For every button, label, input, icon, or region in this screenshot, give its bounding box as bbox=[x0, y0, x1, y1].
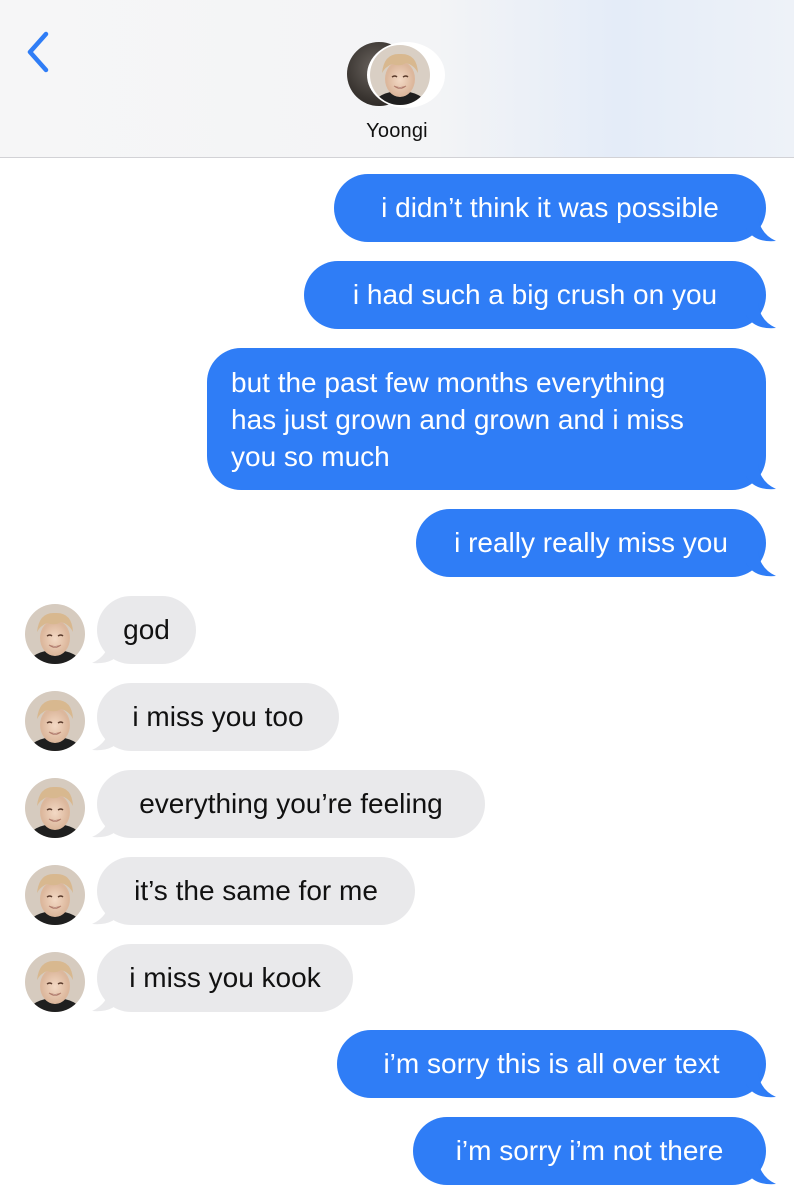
received-message[interactable]: god bbox=[97, 596, 196, 664]
sent-bubble-tail bbox=[746, 464, 776, 490]
contact-avatar-small[interactable] bbox=[25, 691, 85, 751]
message-text: god bbox=[123, 614, 170, 645]
message-text: everything you’re feeling bbox=[139, 788, 443, 819]
message-text: i miss you kook bbox=[129, 962, 321, 993]
contact-avatar[interactable] bbox=[347, 42, 449, 108]
sent-bubble-tail bbox=[746, 551, 776, 577]
received-message[interactable]: i miss you kook bbox=[97, 944, 353, 1012]
sent-bubble-tail bbox=[746, 303, 776, 329]
sent-message[interactable]: i had such a big crush on you bbox=[304, 261, 766, 329]
sent-message[interactable]: i’m sorry i’m not there bbox=[413, 1117, 766, 1185]
message-text: i didn’t think it was possible bbox=[381, 192, 719, 223]
sent-bubble-tail bbox=[746, 1159, 776, 1185]
message-text: i’m sorry i’m not there bbox=[455, 1135, 724, 1166]
contact-avatar-small[interactable] bbox=[25, 952, 85, 1012]
contact-avatar-small[interactable] bbox=[25, 604, 85, 664]
group-avatar-front bbox=[367, 42, 445, 108]
sent-bubble-tail bbox=[746, 1072, 776, 1098]
sent-message[interactable]: i’m sorry this is all over text bbox=[337, 1030, 766, 1098]
message-text: i had such a big crush on you bbox=[352, 279, 718, 310]
message-text-line: but the past few months everything bbox=[231, 367, 666, 398]
sent-message[interactable]: i didn’t think it was possible bbox=[334, 174, 766, 242]
contact-avatar-small[interactable] bbox=[25, 865, 85, 925]
sent-message[interactable]: but the past few months everything has j… bbox=[207, 348, 766, 490]
back-button[interactable] bbox=[20, 26, 60, 78]
message-text-line: you so much bbox=[231, 441, 390, 472]
received-message[interactable]: it’s the same for me bbox=[97, 857, 415, 925]
received-message[interactable]: everything you’re feeling bbox=[97, 770, 485, 838]
contact-avatar-small[interactable] bbox=[25, 778, 85, 838]
message-text: i miss you too bbox=[132, 701, 304, 732]
messages-screen: Yoongi i didn’t think it was possible i … bbox=[0, 0, 794, 1200]
conversation-header: Yoongi bbox=[0, 0, 794, 158]
contact-name[interactable]: Yoongi bbox=[0, 120, 794, 143]
sent-bubble-tail bbox=[746, 216, 776, 242]
chevron-left-icon bbox=[27, 31, 49, 73]
message-text: it’s the same for me bbox=[134, 875, 378, 906]
message-text: i really really miss you bbox=[454, 527, 728, 558]
sent-message[interactable]: i really really miss you bbox=[416, 509, 766, 577]
received-message[interactable]: i miss you too bbox=[97, 683, 339, 751]
message-text-line: has just grown and grown and i miss bbox=[231, 404, 684, 435]
message-text: i’m sorry this is all over text bbox=[383, 1048, 720, 1079]
